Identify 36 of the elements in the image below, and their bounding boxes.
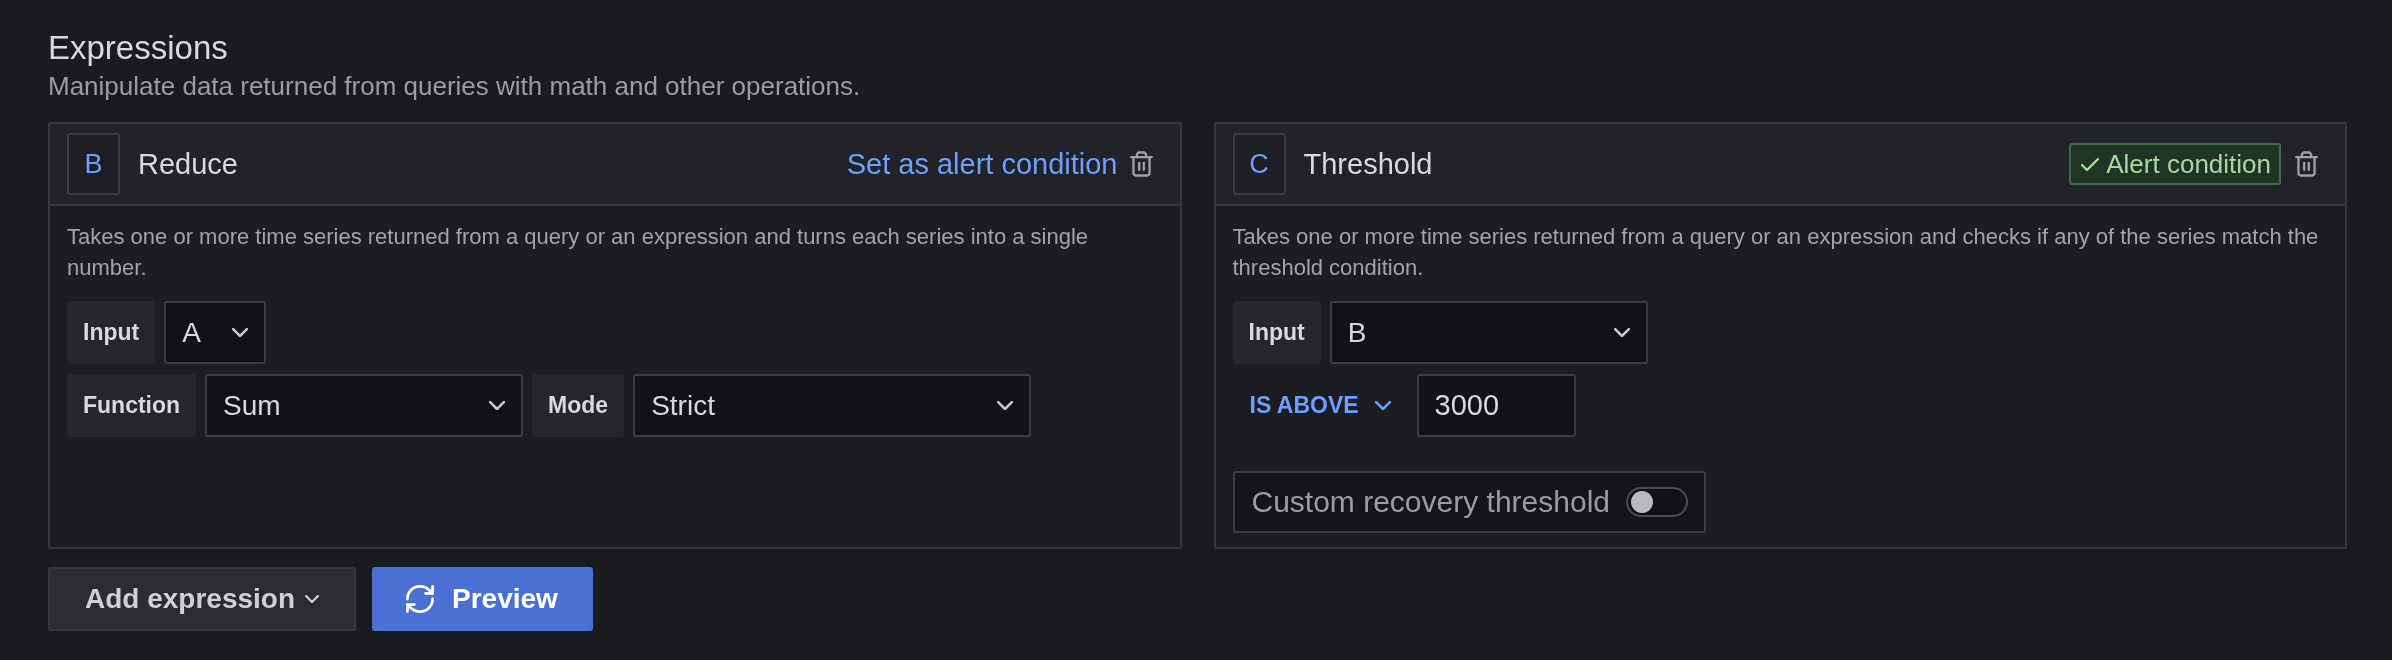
ref-id-badge[interactable]: C	[1232, 133, 1286, 195]
section-title: Expressions	[48, 28, 229, 68]
expression-description: Takes one or more time series returned from a query or an expression and turns each series into a single number.	[67, 223, 1090, 282]
ref-id-badge[interactable]: B	[67, 133, 120, 195]
operator-dropdown[interactable]: IS ABOVE	[1232, 374, 1408, 437]
field-label: Function	[67, 374, 197, 437]
chevron-down-icon	[1374, 400, 1391, 411]
select-dropdown[interactable]: Strict	[633, 374, 1032, 437]
expression-description: Takes one or more time series returned from a query or an expression and checks if any of the series match the threshold condition.	[1232, 223, 2320, 282]
switch-label: Custom recovery threshold	[1251, 485, 1610, 519]
check-icon	[2081, 157, 2100, 171]
toggle-switch[interactable]	[1626, 487, 1688, 517]
field-label: Input	[67, 301, 156, 364]
alert-condition-label: Alert condition	[2106, 148, 2271, 180]
chevron-down-icon	[489, 400, 506, 411]
set-alert-condition-link[interactable]: Set as alert condition	[846, 147, 1118, 181]
expression-title: Threshold	[1303, 147, 1433, 181]
trash-icon	[2295, 151, 2318, 177]
refresh-icon	[406, 585, 434, 613]
field-label: Mode	[532, 374, 625, 437]
chevron-down-icon	[997, 400, 1014, 411]
field-label: Input	[1232, 301, 1321, 364]
delete-button[interactable]	[1129, 151, 1153, 177]
trash-icon	[1129, 151, 1153, 177]
chevron-down-icon	[232, 327, 249, 338]
select-dropdown[interactable]: A	[164, 301, 267, 364]
select-dropdown[interactable]: B	[1329, 301, 1648, 364]
select-dropdown[interactable]: Sum	[205, 374, 524, 437]
number-input[interactable]: 3000	[1416, 374, 1576, 437]
expression-title: Reduce	[138, 147, 238, 181]
chevron-down-icon	[305, 594, 320, 604]
preview-button[interactable]: Preview	[372, 567, 593, 631]
chevron-down-icon	[1613, 327, 1630, 338]
section-description: Manipulate data returned from queries with math and other operations.	[48, 71, 862, 101]
add-expression-button[interactable]: Add expression	[48, 567, 356, 631]
delete-button[interactable]	[2295, 151, 2318, 177]
